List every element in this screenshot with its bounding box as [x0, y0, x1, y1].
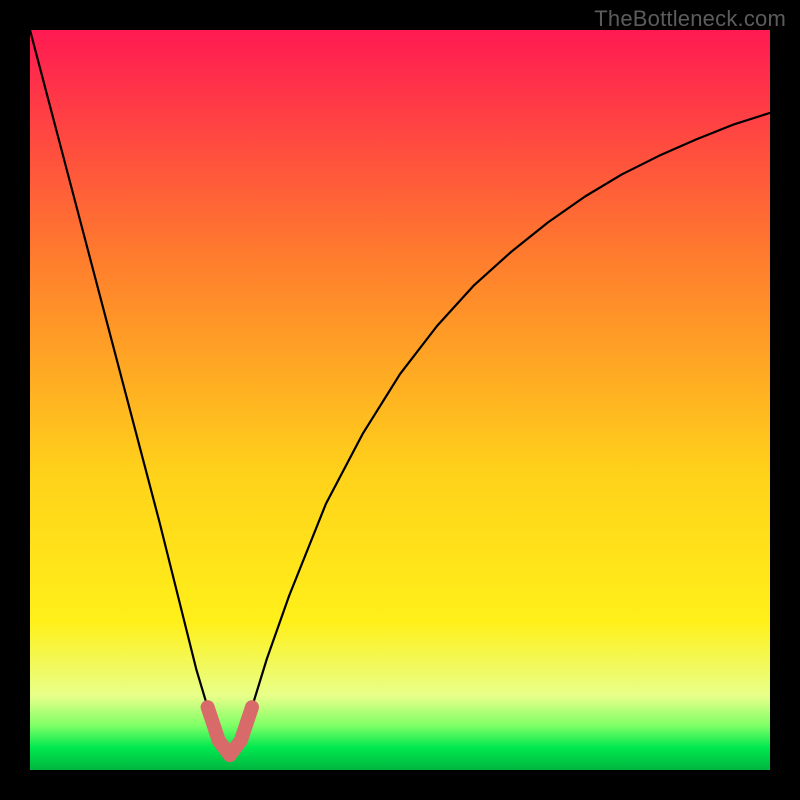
- gradient-background: [30, 30, 770, 770]
- chart-svg: [30, 30, 770, 770]
- plot-area: [30, 30, 770, 770]
- chart-stage: TheBottleneck.com: [0, 0, 800, 800]
- watermark-text: TheBottleneck.com: [594, 6, 786, 32]
